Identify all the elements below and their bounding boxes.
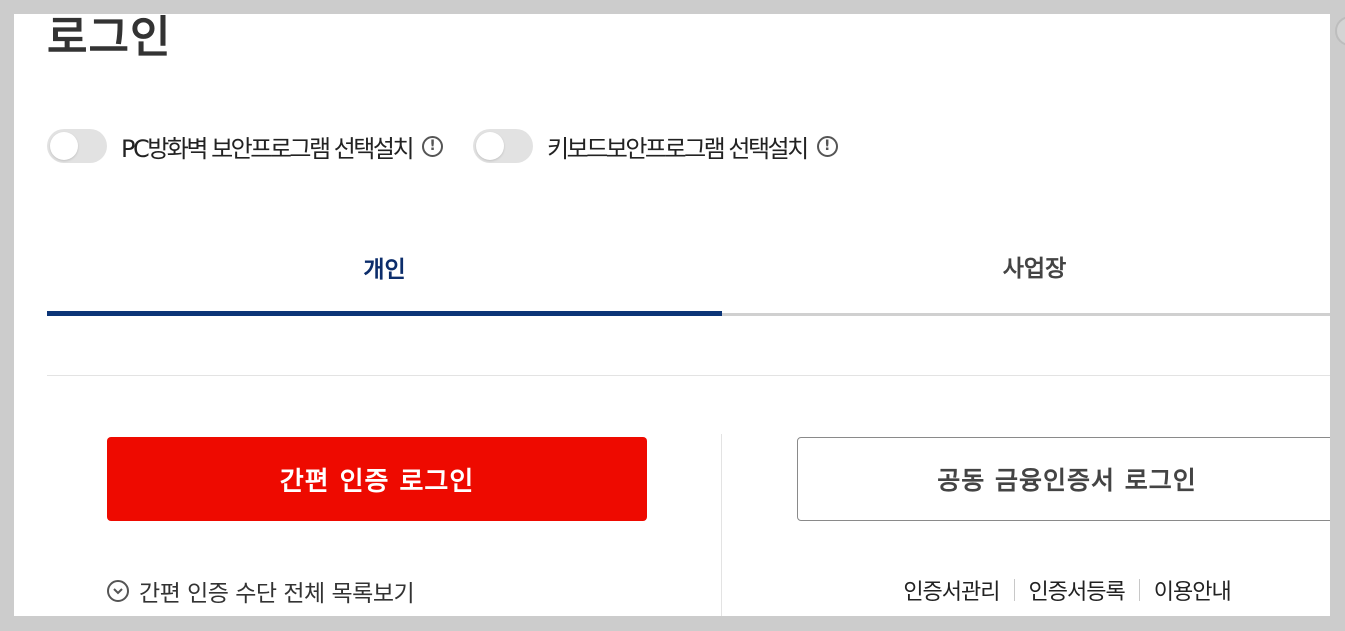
simple-auth-list-toggle[interactable]: 간편 인증 수단 전체 목록보기 [107, 574, 415, 608]
usage-guide-link[interactable]: 이용안내 [1154, 574, 1232, 606]
cert-manage-link[interactable]: 인증서관리 [903, 574, 1000, 606]
link-separator [1138, 579, 1140, 601]
chevron-down-circle-icon [107, 580, 129, 602]
login-panel: 로그인 PC방화벽 보안프로그램 선택설치 ! 키보드보안프로그램 선택설치 !… [14, 14, 1330, 616]
simple-auth-login-button[interactable]: 간편 인증 로그인 [107, 437, 647, 521]
scroll-top-button[interactable] [1335, 16, 1345, 46]
toggle-knob [50, 132, 78, 160]
column-divider [721, 434, 722, 616]
firewall-toggle-item[interactable]: PC방화벽 보안프로그램 선택설치 ! [47, 129, 444, 164]
user-type-tabs: 개인 사업장 [47, 230, 1330, 316]
section-divider [47, 375, 1330, 376]
keyboard-security-toggle-switch[interactable] [473, 129, 534, 163]
firewall-toggle-label: PC방화벽 보안프로그램 선택설치 [121, 134, 415, 163]
joint-cert-login-button[interactable]: 공동 금융인증서 로그인 [797, 437, 1330, 521]
tab-business[interactable]: 사업장 [722, 230, 1330, 316]
keyboard-security-toggle-item[interactable]: 키보드보안프로그램 선택설치 ! [473, 129, 838, 164]
info-circle-icon[interactable]: ! [816, 135, 838, 157]
cert-register-link[interactable]: 인증서등록 [1029, 574, 1126, 606]
link-separator [1013, 579, 1015, 601]
firewall-toggle-switch[interactable] [47, 129, 107, 163]
page-title: 로그인 [47, 14, 172, 63]
simple-auth-list-label: 간편 인증 수단 전체 목록보기 [139, 581, 415, 607]
keyboard-security-toggle-label: 키보드보안프로그램 선택설치 [547, 134, 809, 163]
cert-links: 인증서관리 인증서등록 이용안내 [797, 574, 1330, 606]
toggle-knob [476, 132, 505, 160]
info-circle-icon[interactable]: ! [422, 135, 444, 157]
tab-personal[interactable]: 개인 [47, 230, 722, 316]
security-toggle-row: PC방화벽 보안프로그램 선택설치 ! 키보드보안프로그램 선택설치 ! [47, 128, 868, 164]
